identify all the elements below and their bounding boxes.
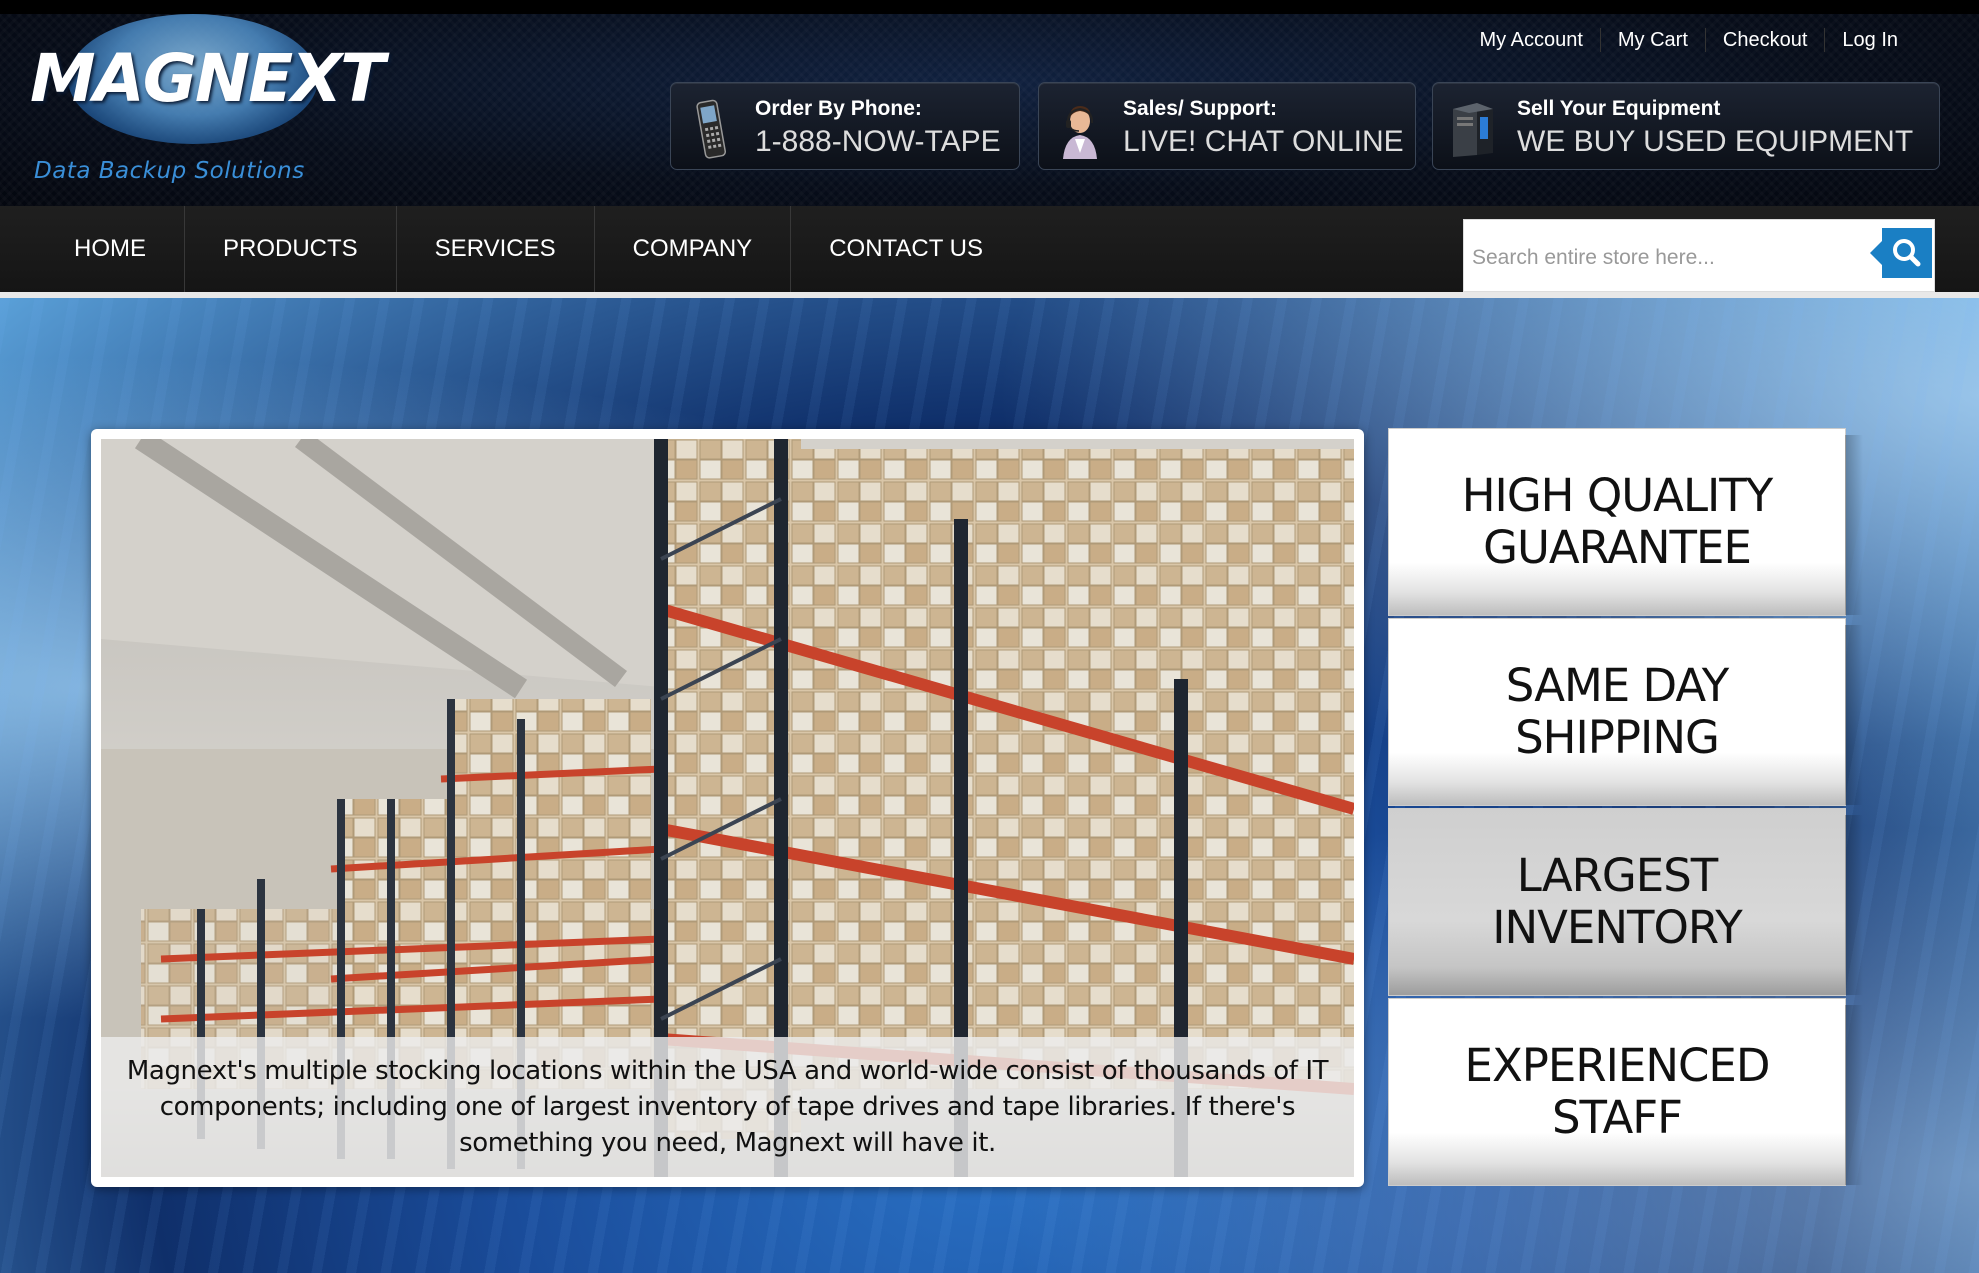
site-header: MAGNEXT Data Backup Solutions My Account… (0, 0, 1979, 206)
slide-caption: Magnext's multiple stocking locations wi… (101, 1037, 1354, 1177)
hero-banner: Magnext's multiple stocking locations wi… (0, 298, 1979, 1273)
order-by-phone-label: Order By Phone: (755, 97, 922, 120)
log-in-link[interactable]: Log In (1824, 28, 1915, 52)
order-by-phone-box[interactable]: Order By Phone: 1-888-NOW-TAPE (670, 82, 1020, 170)
phone-number: 1-888-NOW-TAPE (755, 125, 1001, 158)
site-logo[interactable]: MAGNEXT Data Backup Solutions (30, 8, 385, 184)
account-links: My Account My Cart Checkout Log In (1463, 28, 1916, 52)
feature-largest-inventory[interactable]: LARGEST INVENTORY (1388, 808, 1863, 996)
image-slider[interactable]: Magnext's multiple stocking locations wi… (91, 429, 1364, 1187)
my-account-link[interactable]: My Account (1463, 28, 1600, 52)
feature-high-quality-guarantee[interactable]: HIGH QUALITY GUARANTEE (1388, 428, 1863, 616)
feature-experienced-staff[interactable]: EXPERIENCED STAFF (1388, 998, 1863, 1186)
feature-label: LARGEST INVENTORY (1492, 849, 1743, 954)
sell-equipment-label: Sell Your Equipment (1517, 97, 1721, 120)
main-navigation: HOME PRODUCTS SERVICES COMPANY CONTACT U… (0, 206, 1979, 292)
logo-tagline: Data Backup Solutions (34, 158, 305, 184)
sales-support-label: Sales/ Support: (1123, 97, 1278, 120)
feature-label: HIGH QUALITY GUARANTEE (1461, 469, 1774, 574)
server-tower-icon (1453, 103, 1493, 157)
my-cart-link[interactable]: My Cart (1599, 28, 1705, 52)
feature-same-day-shipping[interactable]: SAME DAY SHIPPING (1388, 618, 1863, 806)
nav-home[interactable]: HOME (0, 206, 185, 292)
feature-tabs: HIGH QUALITY GUARANTEE SAME DAY SHIPPING L… (1388, 428, 1863, 1188)
search-box (1463, 219, 1935, 292)
checkout-link[interactable]: Checkout (1704, 28, 1825, 52)
slide-caption-text: Magnext's multiple stocking locations wi… (126, 1056, 1329, 1158)
we-buy-used-equipment: WE BUY USED EQUIPMENT (1517, 125, 1914, 158)
search-icon (1893, 239, 1921, 267)
live-chat-online: LIVE! CHAT ONLINE (1123, 125, 1404, 158)
search-input[interactable] (1472, 242, 1872, 274)
search-button[interactable] (1870, 228, 1932, 278)
nav-company[interactable]: COMPANY (595, 206, 792, 292)
mobile-phone-icon (696, 99, 727, 159)
logo-wordmark: MAGNEXT (30, 40, 385, 117)
nav-products[interactable]: PRODUCTS (185, 206, 397, 292)
nav-contact-us[interactable]: CONTACT US (791, 206, 1021, 292)
nav-services[interactable]: SERVICES (397, 206, 595, 292)
feature-label: EXPERIENCED STAFF (1464, 1039, 1771, 1144)
sell-equipment-box[interactable]: Sell Your Equipment WE BUY USED EQUIPMEN… (1432, 82, 1940, 170)
nav-menu: HOME PRODUCTS SERVICES COMPANY CONTACT U… (0, 206, 1021, 292)
feature-label: SAME DAY SHIPPING (1505, 659, 1729, 764)
support-agent-icon (1063, 106, 1097, 159)
sales-support-box[interactable]: Sales/ Support: LIVE! CHAT ONLINE (1038, 82, 1416, 170)
